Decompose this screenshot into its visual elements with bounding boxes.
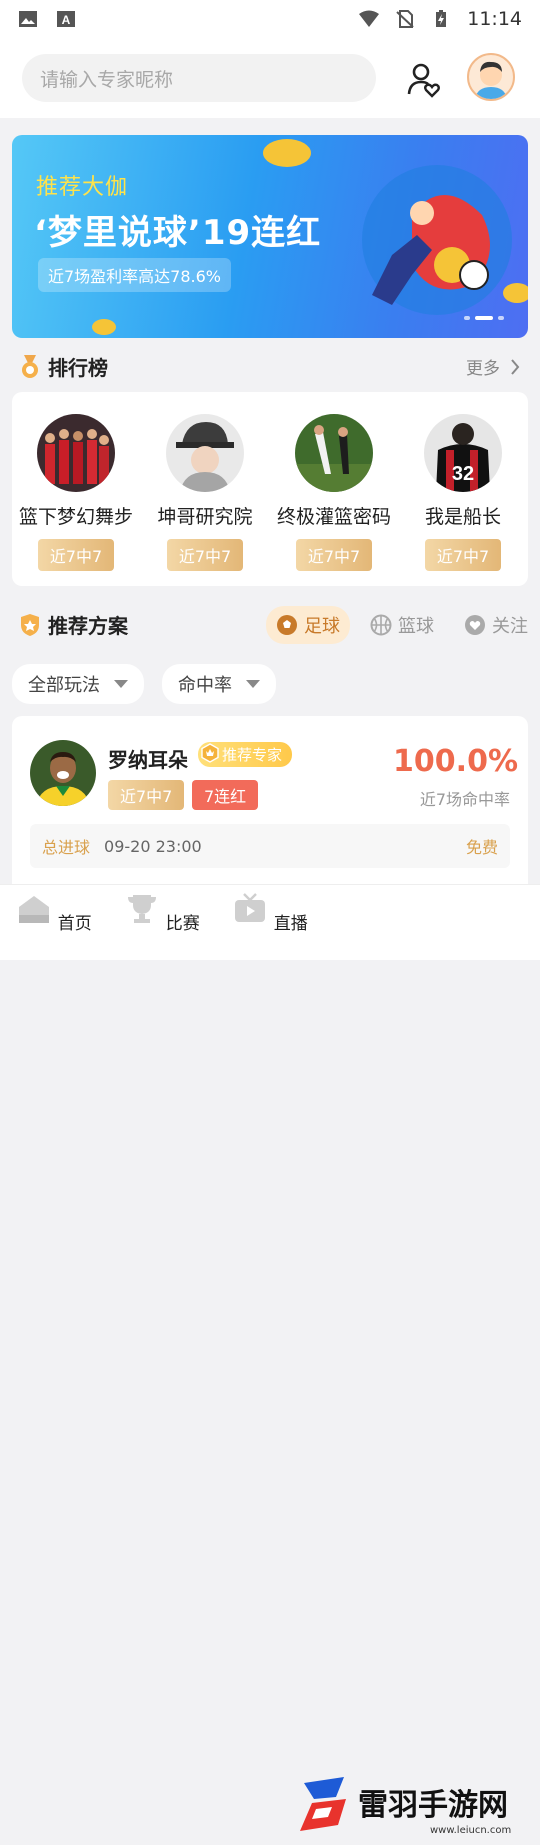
hit-badge: 近7中7 bbox=[295, 539, 373, 571]
filter-bar: 全部玩法 命中率 bbox=[12, 664, 276, 704]
ranking-item[interactable]: 终极灌篮密码 近7中7 bbox=[264, 414, 404, 571]
expert-tag-label: 推荐专家 bbox=[222, 746, 283, 764]
header: 请输入专家昵称 bbox=[0, 38, 540, 118]
tv-icon bbox=[235, 893, 266, 922]
search-placeholder: 请输入专家昵称 bbox=[40, 68, 174, 91]
nav-live[interactable]: 直播 bbox=[230, 893, 310, 934]
pagination-dot-active bbox=[475, 316, 493, 320]
user-avatar[interactable] bbox=[467, 53, 515, 101]
avatar-icon bbox=[475, 61, 507, 99]
expert-name: 我是船长 bbox=[424, 506, 501, 528]
expert-name: 罗纳耳朵 bbox=[108, 748, 188, 772]
tab-basketball[interactable]: 篮球 bbox=[360, 606, 444, 644]
plan-price: 免费 bbox=[465, 838, 498, 857]
streak-badge: 7连红 bbox=[192, 780, 259, 810]
wifi-icon bbox=[359, 10, 380, 27]
svg-text:A: A bbox=[62, 13, 71, 27]
recommend-title: 推荐方案 bbox=[48, 614, 128, 638]
image-icon bbox=[19, 11, 37, 27]
expert-tag: 推荐专家 bbox=[198, 742, 293, 767]
expert-name: 终极灌篮密码 bbox=[276, 506, 391, 528]
nav-label: 首页 bbox=[57, 914, 92, 934]
ranking-item[interactable]: 32 我是船长 近7中7 bbox=[393, 414, 533, 571]
caret-down-icon bbox=[114, 680, 128, 688]
no-sim-icon bbox=[396, 10, 414, 28]
filter-label: 全部玩法 bbox=[28, 675, 100, 696]
tab-label: 关注 bbox=[492, 616, 528, 637]
battery-icon bbox=[436, 10, 447, 27]
expert-name: 坤哥研究院 bbox=[157, 506, 253, 528]
watermark-url: www.leiucn.com bbox=[430, 1825, 511, 1836]
clock: 11:14 bbox=[467, 8, 522, 30]
expert-name: 篮下梦幻舞步 bbox=[18, 506, 133, 528]
expert-avatar bbox=[166, 414, 244, 492]
banner-stat-pill: 近7场盈利率高达78.6% bbox=[38, 258, 232, 292]
expert-avatar bbox=[37, 414, 115, 492]
chevron-right-icon bbox=[511, 358, 520, 375]
banner-pagination bbox=[464, 316, 504, 320]
nav-matches[interactable]: 比赛 bbox=[122, 893, 202, 934]
svg-text:32: 32 bbox=[452, 463, 474, 485]
banner-kicker: 推荐大伽 bbox=[36, 175, 129, 200]
filter-label: 命中率 bbox=[178, 675, 232, 696]
ranking-title: 排行榜 bbox=[48, 356, 108, 380]
ranking-card: 篮下梦幻舞步 近7中7 坤哥研究院 近7中7 终极灌篮密码 近7中7 32 我是… bbox=[12, 392, 528, 586]
hit-rate-value: 100.0% bbox=[393, 744, 518, 779]
site-watermark: 雷羽手游网 www.leiucn.com bbox=[300, 1777, 511, 1836]
plan-summary: 总进球 09-20 23:00 免费 bbox=[30, 824, 510, 868]
nav-home[interactable]: 首页 bbox=[14, 893, 94, 934]
hit-rate-filter[interactable]: 命中率 bbox=[162, 664, 276, 704]
shield-icon bbox=[21, 613, 39, 636]
bottom-nav: 首页 比赛 直播 雷羽手游网 www.leiucn.com bbox=[0, 884, 540, 1836]
trophy-icon bbox=[128, 895, 157, 923]
hit-badge: 近7中7 bbox=[166, 539, 244, 571]
sport-tabs: 足球 篮球 关注 bbox=[266, 606, 538, 644]
tab-label: 足球 bbox=[304, 616, 340, 637]
pagination-dot bbox=[498, 316, 504, 320]
football-icon bbox=[277, 615, 297, 635]
pagination-dot bbox=[464, 316, 470, 320]
medal-icon bbox=[22, 354, 38, 378]
search-input[interactable]: 请输入专家昵称 bbox=[22, 54, 376, 102]
tab-football[interactable]: 足球 bbox=[266, 606, 350, 644]
tab-label: 篮球 bbox=[398, 616, 434, 637]
caret-down-icon bbox=[246, 680, 260, 688]
nav-label: 比赛 bbox=[165, 914, 200, 934]
expert-avatar bbox=[30, 740, 96, 806]
hit-badge: 近7中7 bbox=[108, 780, 185, 810]
ranking-item[interactable]: 篮下梦幻舞步 近7中7 bbox=[6, 414, 146, 571]
more-label: 更多 bbox=[466, 359, 500, 379]
follow-user-icon[interactable] bbox=[404, 60, 444, 100]
plan-time: 09-20 23:00 bbox=[104, 836, 202, 856]
ranking-more-link[interactable]: 更多 bbox=[466, 354, 520, 379]
hit-rate-label: 近7场命中率 bbox=[419, 790, 510, 809]
tab-follow[interactable]: 关注 bbox=[454, 606, 538, 644]
recommend-header: 推荐方案 bbox=[20, 610, 260, 639]
play-type-filter[interactable]: 全部玩法 bbox=[12, 664, 144, 704]
watermark-title: 雷羽手游网 bbox=[358, 1788, 508, 1823]
nav-label: 直播 bbox=[273, 914, 308, 934]
basketball-icon bbox=[370, 614, 392, 636]
expert-avatar bbox=[295, 414, 373, 492]
hit-badge: 近7中7 bbox=[37, 539, 115, 571]
ranking-header: 排行榜 更多 bbox=[20, 352, 520, 381]
font-icon: A bbox=[57, 11, 75, 27]
status-bar: A 11:14 bbox=[0, 0, 540, 38]
hexagon-badge-icon bbox=[201, 743, 219, 763]
hit-badge: 近7中7 bbox=[424, 539, 502, 571]
heart-icon bbox=[465, 615, 485, 635]
home-icon bbox=[19, 896, 50, 923]
promo-banner[interactable]: 推荐大伽 ‘梦里说球’19连红 近7场盈利率高达78.6% bbox=[12, 135, 528, 338]
banner-title: ‘梦里说球’19连红 bbox=[34, 213, 322, 253]
ranking-item[interactable]: 坤哥研究院 近7中7 bbox=[135, 414, 275, 571]
plan-type: 总进球 bbox=[42, 838, 91, 857]
expert-avatar: 32 bbox=[424, 414, 502, 492]
